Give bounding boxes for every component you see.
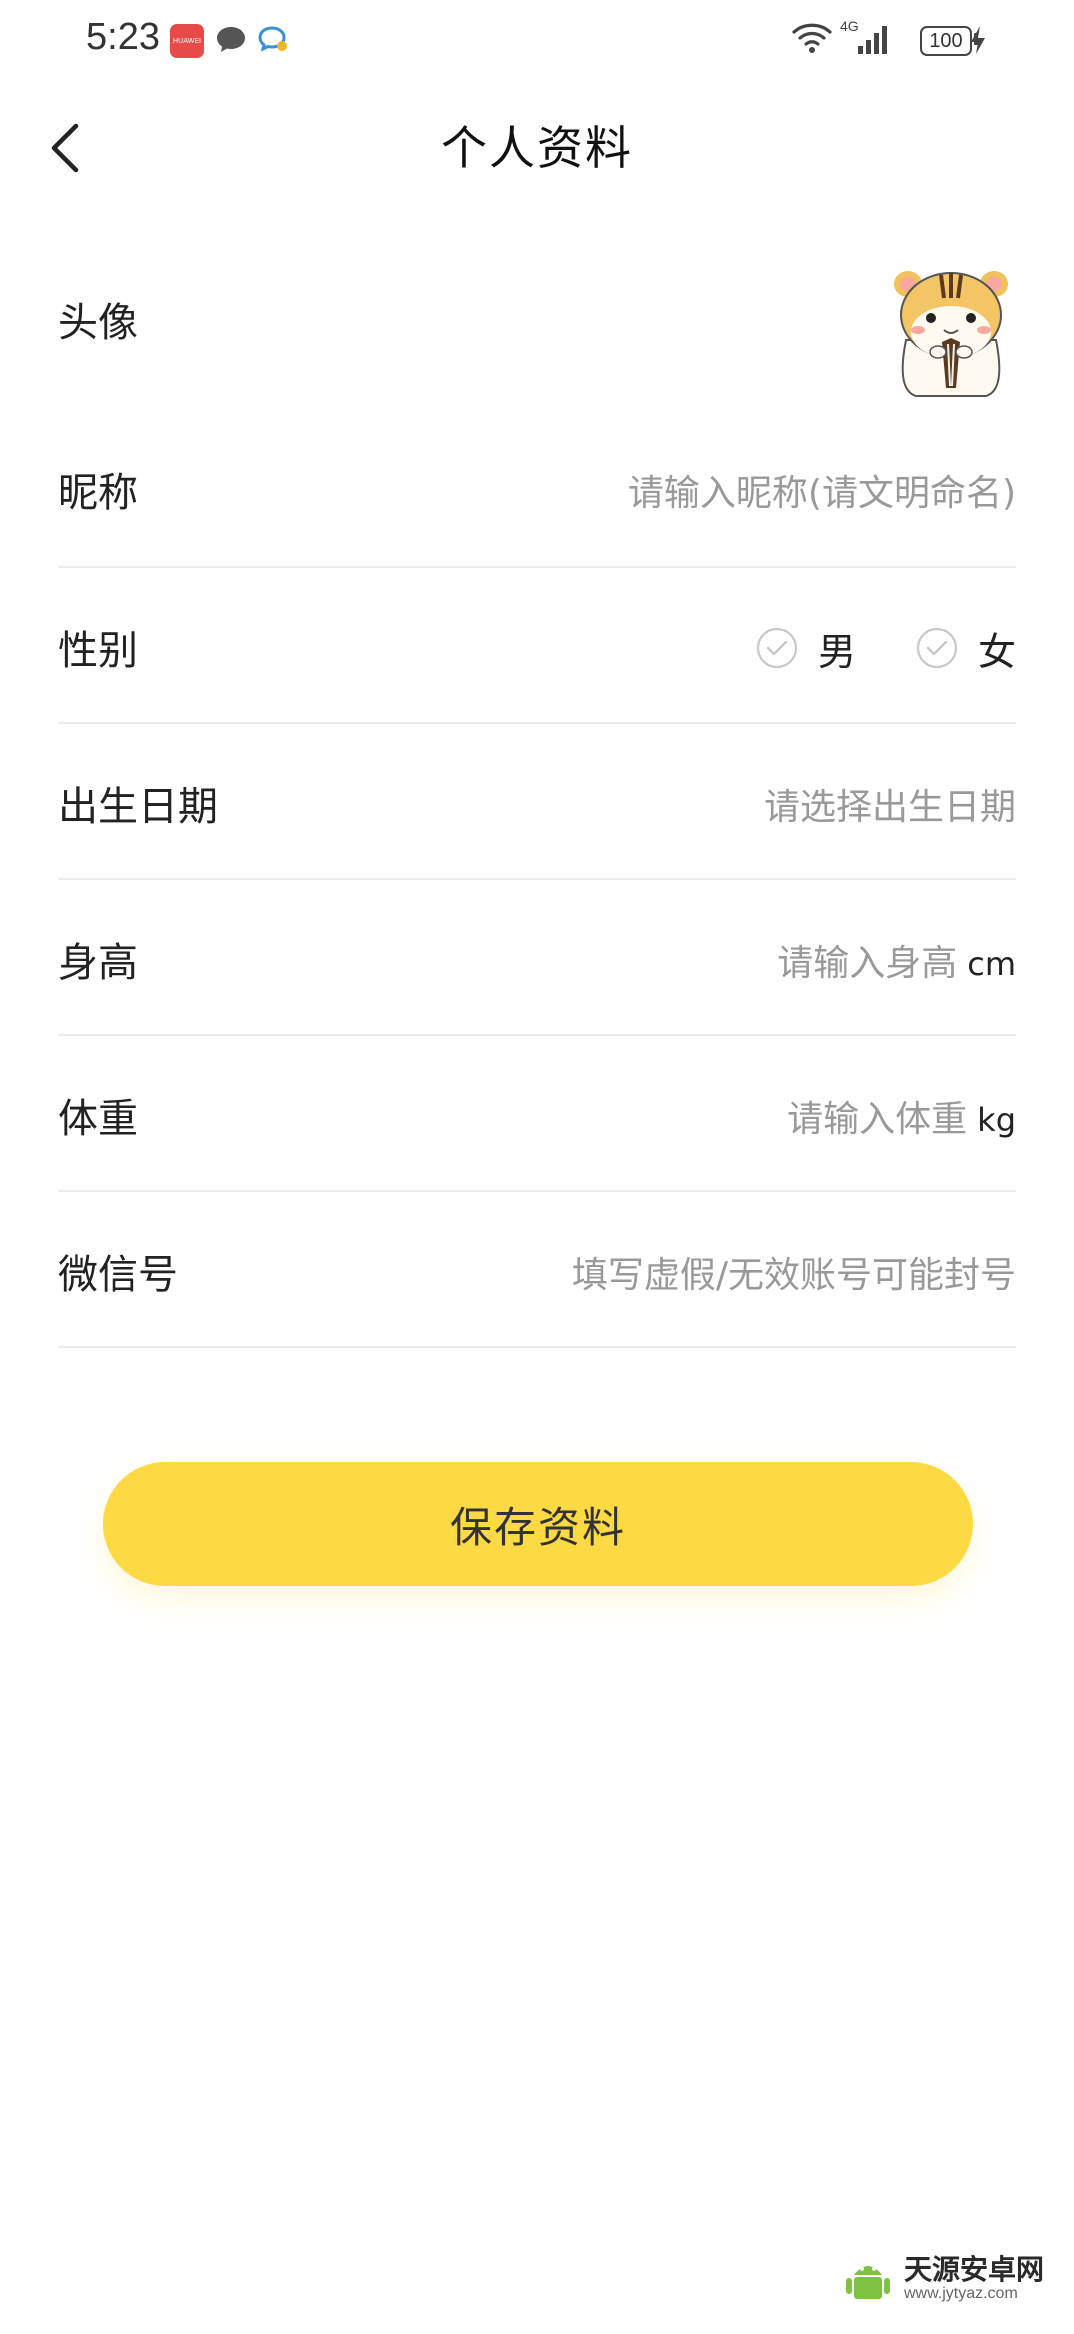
divider	[58, 1190, 1016, 1192]
message-app-icon	[258, 26, 287, 52]
height-row: 身高 请输入身高 cm	[58, 930, 1016, 990]
divider	[58, 1034, 1016, 1036]
wechat-label: 微信号	[58, 1252, 178, 1298]
avatar-label: 头像	[58, 300, 138, 346]
status-time: 5:23	[86, 16, 160, 58]
gender-female-label: 女	[977, 629, 1016, 674]
wifi-icon	[792, 23, 832, 53]
gender-label: 性别	[58, 628, 138, 674]
weight-field[interactable]: 请输入体重 kg	[787, 1090, 1016, 1142]
huawei-app-icon: HUAWEI	[170, 24, 204, 58]
battery-indicator: 100	[920, 26, 972, 56]
signal-icon	[858, 26, 887, 54]
wechat-input[interactable]: 填写虚假/无效账号可能封号	[572, 1246, 1016, 1298]
watermark-title: 天源安卓网	[903, 2253, 1044, 2286]
gender-radio-group: 男 女	[696, 618, 1016, 678]
gender-row: 性别 男 女	[58, 618, 1016, 678]
nickname-label: 昵称	[58, 470, 138, 516]
weight-label: 体重	[58, 1096, 138, 1142]
nickname-row: 昵称 请输入昵称(请文明命名)	[58, 460, 1016, 520]
weight-input[interactable]: 请输入体重	[787, 1099, 967, 1140]
save-profile-button[interactable]: 保存资料	[103, 1462, 973, 1586]
watermark: 天源安卓网 www.jytyaz.com	[840, 2244, 1044, 2314]
weight-row: 体重 请输入体重 kg	[58, 1086, 1016, 1146]
nav-bar: 个人资料	[0, 90, 1074, 200]
charging-icon	[971, 26, 985, 54]
avatar-row[interactable]: 头像	[58, 260, 1016, 420]
height-input[interactable]: 请输入身高	[777, 943, 957, 984]
divider	[58, 722, 1016, 724]
check-circle-icon	[916, 627, 958, 669]
birthday-row[interactable]: 出生日期 请选择出生日期	[58, 774, 1016, 834]
divider	[58, 1346, 1016, 1348]
divider	[58, 566, 1016, 568]
height-label: 身高	[58, 940, 138, 986]
gender-option-male[interactable]: 男	[756, 621, 856, 676]
android-logo-icon	[845, 2266, 890, 2299]
watermark-url: www.jytyaz.com	[903, 2285, 1018, 2302]
divider	[58, 878, 1016, 880]
nickname-input[interactable]: 请输入昵称(请文明命名)	[628, 464, 1016, 516]
height-unit: cm	[967, 945, 1016, 983]
birthday-picker[interactable]: 请选择出生日期	[764, 778, 1016, 830]
chat-bubble-icon	[217, 27, 245, 52]
wechat-row: 微信号 填写虚假/无效账号可能封号	[58, 1242, 1016, 1302]
check-circle-icon	[756, 627, 798, 669]
watermark-text: 天源安卓网 www.jytyaz.com	[904, 2255, 1044, 2303]
height-field[interactable]: 请输入身高 cm	[777, 934, 1016, 986]
gender-male-label: 男	[817, 629, 856, 674]
birthday-label: 出生日期	[58, 784, 218, 830]
gender-option-female[interactable]: 女	[916, 621, 1016, 676]
weight-unit: kg	[977, 1101, 1016, 1139]
avatar[interactable]	[886, 260, 1016, 400]
page-title: 个人资料	[441, 121, 633, 175]
status-bar: 5:23 HUAWEI 4G 100	[0, 0, 1074, 80]
